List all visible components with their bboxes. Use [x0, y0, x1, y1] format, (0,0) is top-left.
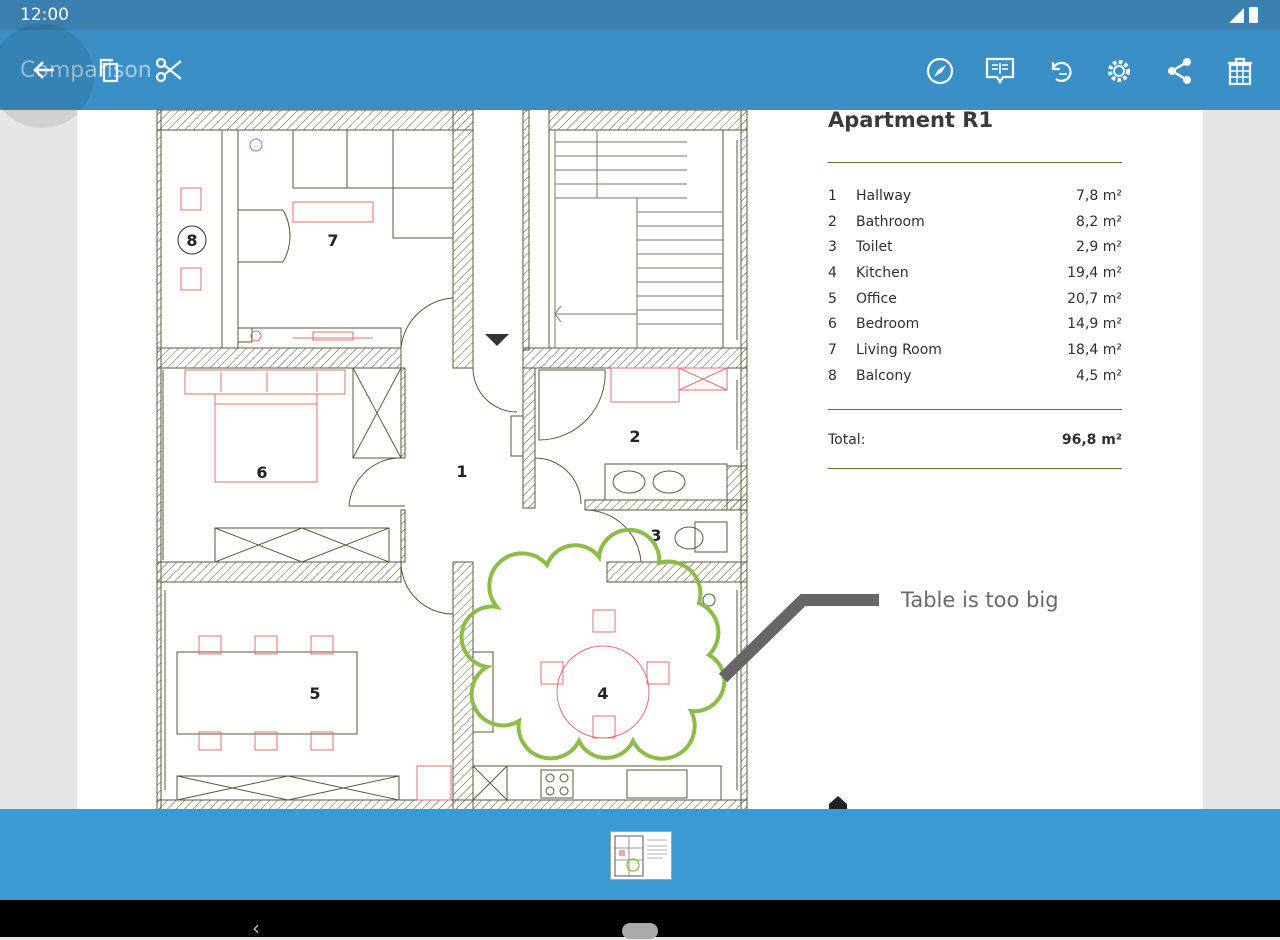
room-name: Toilet: [856, 239, 893, 256]
plan-lines: [162, 129, 738, 801]
room-number: 7: [828, 342, 837, 359]
room-row: 4 Kitchen 19,4 m²: [828, 265, 1122, 291]
status-time: 12:00: [20, 5, 69, 25]
divider: [828, 409, 1122, 410]
plan-label-8: 8: [186, 231, 197, 250]
room-row: 3 Toilet 2,9 m²: [828, 239, 1122, 265]
thumbnail-preview: [614, 835, 667, 877]
room-number: 4: [828, 265, 837, 282]
plan-room-labels: 1 2 3 4 5 6 7 8: [186, 231, 661, 703]
document-page[interactable]: 1 2 3 4 5 6 7 8 Apartment R1 1 Hallway 7,8…: [77, 110, 1203, 810]
scissors-icon[interactable]: [155, 56, 183, 84]
room-number: 2: [828, 213, 837, 230]
back-arrow-icon[interactable]: [30, 56, 58, 84]
plan-label-6: 6: [256, 463, 267, 482]
room-area: 20,7 m²: [1067, 290, 1122, 307]
plan-label-5: 5: [309, 684, 320, 703]
plan-label-7: 7: [327, 231, 338, 250]
room-number: 8: [828, 367, 837, 384]
room-number: 3: [828, 239, 837, 256]
system-nav-bar: ‹: [0, 900, 1280, 939]
app-bar: Comparison: [0, 24, 1280, 128]
annotation-text[interactable]: Table is too big: [901, 588, 1059, 612]
room-name: Balcony: [856, 367, 912, 384]
room-row: 6 Bedroom 14,9 m²: [828, 316, 1122, 342]
room-area: 7,8 m²: [1076, 188, 1122, 204]
room-area: 8,2 m²: [1076, 213, 1122, 230]
plan-label-1: 1: [456, 462, 467, 481]
compass-icon[interactable]: [925, 56, 955, 86]
room-area: 4,5 m²: [1076, 367, 1122, 384]
room-area: 19,4 m²: [1067, 265, 1122, 282]
divider: [828, 468, 1122, 469]
room-name: Bedroom: [856, 316, 920, 333]
room-row: 8 Balcony 4,5 m²: [828, 368, 1122, 394]
page-thumbnail[interactable]: [610, 831, 672, 880]
room-number: 1: [828, 188, 837, 204]
total-label: Total:: [828, 432, 866, 448]
room-name: Hallway: [856, 188, 912, 204]
copy-icon[interactable]: [96, 56, 124, 84]
room-area: 14,9 m²: [1067, 316, 1122, 333]
room-name: Bathroom: [856, 213, 925, 230]
total-value: 96,8 m²: [1061, 432, 1122, 448]
room-row: 1 Hallway 7,8 m²: [828, 188, 1122, 214]
total-row: Total: 96,8 m²: [828, 432, 1122, 452]
undo-icon[interactable]: [1045, 56, 1075, 86]
delete-icon[interactable]: [1225, 55, 1255, 87]
sheet-title: Apartment R1: [828, 110, 994, 132]
room-row: 5 Office 20,7 m²: [828, 291, 1122, 317]
battery-icon: [1249, 7, 1258, 23]
settings-icon[interactable]: [1104, 56, 1134, 86]
room-area: 18,4 m²: [1067, 342, 1122, 359]
room-name: Kitchen: [856, 265, 909, 282]
signal-icon: [1229, 8, 1244, 23]
room-number: 5: [828, 290, 837, 307]
status-bar: 12:00: [0, 0, 1280, 30]
share-icon[interactable]: [1165, 56, 1195, 86]
nav-back-icon[interactable]: ‹: [252, 918, 260, 938]
room-row: 7 Living Room 18,4 m²: [828, 342, 1122, 368]
divider: [828, 162, 1122, 163]
comment-icon[interactable]: [984, 56, 1016, 86]
room-area: 2,9 m²: [1076, 239, 1122, 256]
bottom-bar: [0, 809, 1280, 900]
room-number: 6: [828, 316, 837, 333]
plan-label-2: 2: [629, 427, 640, 446]
room-row: 2 Bathroom 8,2 m²: [828, 214, 1122, 240]
room-name: Living Room: [856, 342, 942, 359]
plan-walls: [156, 110, 748, 810]
page-marker-icon: [829, 796, 847, 810]
room-name: Office: [856, 290, 897, 307]
room-schedule: 1 Hallway 7,8 m² 2 Bathroom 8,2 m² 3 Toilet 2,9 …: [828, 188, 1122, 394]
plan-label-4: 4: [597, 684, 608, 703]
